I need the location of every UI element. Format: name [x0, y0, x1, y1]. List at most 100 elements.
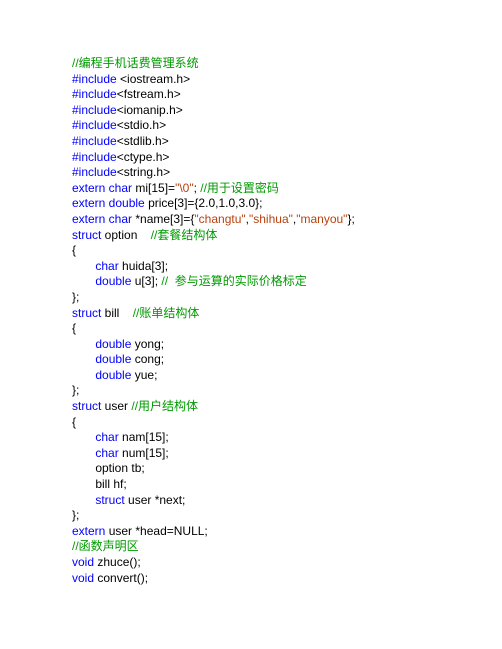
code-token-kw: double	[95, 274, 131, 288]
code-line: #include <iostream.h>	[72, 72, 502, 88]
code-token-hdr: <string.h>	[117, 165, 170, 179]
code-token-hdr: <iostream.h>	[120, 72, 190, 86]
code-line: extern char *name[3]={"changtu","shihua"…	[72, 212, 502, 228]
code-line: struct user //用户结构体	[72, 399, 502, 415]
code-token-kw: #include	[72, 103, 117, 117]
code-line: void convert();	[72, 571, 502, 587]
code-token-plain: {	[72, 415, 76, 429]
code-token-plain: user *next;	[125, 493, 186, 507]
code-token-plain: *name[3]={	[132, 212, 194, 226]
code-line: };	[72, 508, 502, 524]
code-token-str: "changtu"	[194, 212, 245, 226]
code-token-kw: struct	[72, 306, 101, 320]
code-token-kw: #include	[72, 150, 117, 164]
code-token-plain: cong;	[131, 352, 164, 366]
code-token-plain: zhuce();	[94, 555, 141, 569]
code-token-kw: #include	[72, 72, 120, 86]
code-line: #include<stdlib.h>	[72, 134, 502, 150]
code-token-kw: char	[95, 259, 118, 273]
code-line: double u[3]; // 参与运算的实际价格标定	[72, 274, 502, 290]
code-token-kw: extern char	[72, 181, 132, 195]
code-token-kw: void	[72, 555, 94, 569]
code-token-plain	[72, 274, 95, 288]
code-line: struct bill //账单结构体	[72, 306, 502, 322]
code-token-plain: num[15];	[119, 446, 169, 460]
code-token-kw: extern	[72, 524, 105, 538]
code-token-plain: mi[15]=	[132, 181, 175, 195]
code-token-plain	[72, 493, 95, 507]
code-token-kw: extern double	[72, 196, 145, 210]
code-token-plain	[72, 368, 95, 382]
code-token-plain: option tb;	[72, 461, 145, 475]
code-token-cmt: // 参与运算的实际价格标定	[161, 274, 306, 288]
code-token-hdr: <stdio.h>	[117, 118, 166, 132]
code-token-plain: user	[101, 399, 131, 413]
code-token-kw: #include	[72, 165, 117, 179]
code-token-hdr: <stdlib.h>	[117, 134, 169, 148]
code-token-plain: };	[72, 383, 79, 397]
code-token-kw: #include	[72, 134, 117, 148]
code-block: //编程手机话费管理系统#include <iostream.h>#includ…	[72, 56, 502, 586]
code-line: double yong;	[72, 337, 502, 353]
code-line: //编程手机话费管理系统	[72, 56, 502, 72]
code-line: option tb;	[72, 461, 502, 477]
code-token-str: "\0"	[175, 181, 194, 195]
code-token-str: "shihua"	[249, 212, 293, 226]
code-token-plain: };	[72, 290, 79, 304]
code-token-plain: };	[347, 212, 354, 226]
code-token-plain: yue;	[131, 368, 157, 382]
code-line: {	[72, 415, 502, 431]
code-token-cmt: //用户结构体	[131, 399, 198, 413]
code-line: extern user *head=NULL;	[72, 524, 502, 540]
code-token-plain: user *head=NULL;	[105, 524, 207, 538]
code-token-kw: char	[95, 446, 118, 460]
code-token-hdr: <ctype.h>	[117, 150, 170, 164]
code-token-plain	[72, 259, 95, 273]
code-token-plain: {	[72, 321, 76, 335]
code-token-kw: struct	[72, 228, 101, 242]
code-token-plain	[72, 337, 95, 351]
code-token-plain: };	[72, 508, 79, 522]
code-line: struct user *next;	[72, 493, 502, 509]
code-page: //编程手机话费管理系统#include <iostream.h>#includ…	[0, 0, 502, 649]
code-token-plain: price[3]={2.0,1.0,3.0};	[145, 196, 263, 210]
code-line: char huida[3];	[72, 259, 502, 275]
code-token-kw: double	[95, 368, 131, 382]
code-line: struct option //套餐结构体	[72, 228, 502, 244]
code-token-kw: #include	[72, 118, 117, 132]
code-line: };	[72, 383, 502, 399]
code-line: extern char mi[15]="\0"; //用于设置密码	[72, 181, 502, 197]
code-token-kw: struct	[72, 399, 101, 413]
code-token-kw: char	[95, 430, 118, 444]
code-token-hdr: <fstream.h>	[117, 87, 181, 101]
code-line: extern double price[3]={2.0,1.0,3.0};	[72, 196, 502, 212]
code-token-plain: convert();	[94, 571, 148, 585]
code-token-plain	[72, 352, 95, 366]
code-token-kw: void	[72, 571, 94, 585]
code-line: #include<string.h>	[72, 165, 502, 181]
code-token-plain	[72, 430, 95, 444]
code-token-plain: huida[3];	[119, 259, 168, 273]
code-token-kw: double	[95, 352, 131, 366]
code-token-plain	[72, 446, 95, 460]
code-token-cmt: //编程手机话费管理系统	[72, 56, 199, 70]
code-token-kw: double	[95, 337, 131, 351]
code-line: {	[72, 321, 502, 337]
code-token-cmt: //账单结构体	[133, 306, 200, 320]
code-line: #include<fstream.h>	[72, 87, 502, 103]
code-token-hdr: <iomanip.h>	[117, 103, 183, 117]
code-token-kw: struct	[95, 493, 124, 507]
code-token-plain: bill	[101, 306, 132, 320]
code-line: #include<ctype.h>	[72, 150, 502, 166]
code-line: char num[15];	[72, 446, 502, 462]
code-token-kw: extern char	[72, 212, 132, 226]
code-token-plain: nam[15];	[119, 430, 169, 444]
code-line: #include<stdio.h>	[72, 118, 502, 134]
code-token-plain: option	[101, 228, 150, 242]
code-token-kw: #include	[72, 87, 117, 101]
code-token-plain: u[3];	[131, 274, 161, 288]
code-line: char nam[15];	[72, 430, 502, 446]
code-token-plain: yong;	[131, 337, 164, 351]
code-token-cmt: //用于设置密码	[200, 181, 279, 195]
code-token-plain: bill hf;	[72, 477, 127, 491]
